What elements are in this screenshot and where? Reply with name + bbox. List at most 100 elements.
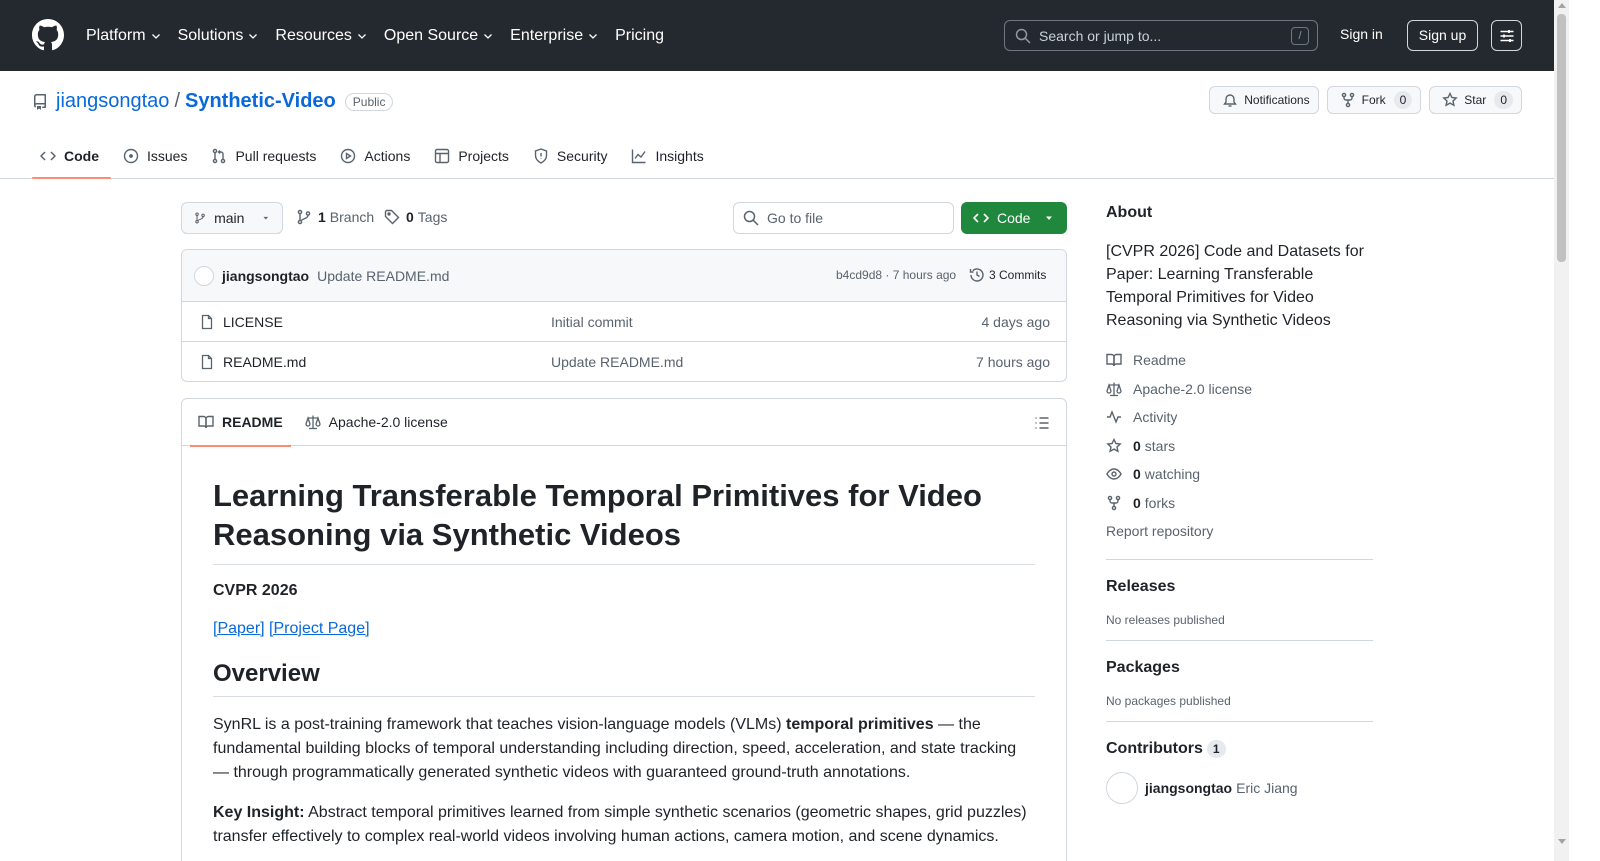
tab-readme[interactable]: README	[190, 399, 291, 447]
shield-icon	[534, 148, 548, 164]
tab-projects[interactable]: Projects	[426, 133, 521, 179]
tab-security[interactable]: Security	[525, 133, 620, 179]
star-button[interactable]: Star 0	[1429, 86, 1522, 114]
branches-link[interactable]: 1 Branch	[296, 209, 374, 225]
repo-owner-link[interactable]: jiangsongtao	[56, 90, 169, 113]
license-link[interactable]: Apache-2.0 license	[1106, 375, 1373, 404]
scroll-up-arrow-icon[interactable]	[1558, 3, 1566, 8]
tag-count: 0	[406, 209, 414, 225]
nav-solutions[interactable]: Solutions	[178, 27, 260, 45]
contributors-label: Contributors	[1106, 739, 1203, 757]
watching-count: 0	[1133, 466, 1141, 483]
nav-label: Resources	[275, 26, 352, 44]
nav-label: Open Source	[383, 26, 479, 44]
tags-link[interactable]: 0 Tags	[384, 209, 447, 225]
overview-paragraph: SynRL is a post-training framework that …	[213, 713, 1035, 785]
star-label: Star	[1464, 93, 1487, 107]
overview-text: SynRL is a post-training framework that …	[213, 716, 786, 733]
nav-platform[interactable]: Platform	[86, 27, 162, 45]
file-commit-message-link[interactable]: Update README.md	[551, 354, 683, 370]
commit-message-link[interactable]: Update README.md	[317, 268, 449, 284]
contributor-item[interactable]: jiangsongtao Eric Jiang	[1106, 771, 1373, 804]
branch-name: main	[214, 210, 245, 226]
issue-icon	[123, 148, 139, 164]
tab-code[interactable]: Code	[32, 133, 111, 179]
tag-icon	[384, 209, 400, 225]
repo-header: jiangsongtao / Synthetic-Video Public No…	[0, 71, 1554, 179]
scroll-down-arrow-icon[interactable]	[1558, 839, 1566, 844]
paper-link[interactable]: [Paper]	[213, 620, 265, 637]
readme-link[interactable]: Readme	[1106, 346, 1373, 375]
commit-author-link[interactable]: jiangsongtao	[222, 268, 309, 284]
tab-issues[interactable]: Issues	[115, 133, 199, 179]
report-repository-link[interactable]: Report repository	[1106, 517, 1373, 546]
avatar[interactable]	[194, 265, 214, 286]
repo-actions: Notifications Fork 0 Star 0	[1201, 86, 1522, 114]
law-icon	[305, 415, 321, 430]
play-icon	[341, 148, 356, 164]
tab-label: Security	[556, 148, 608, 164]
project-page-link[interactable]: [Project Page]	[269, 620, 370, 637]
go-to-file-input[interactable]: Go to file	[733, 202, 954, 234]
report-label: Report repository	[1106, 523, 1214, 540]
nav-pricing[interactable]: Pricing	[615, 27, 664, 45]
branch-count: 1	[318, 209, 326, 225]
file-name-link[interactable]: LICENSE	[223, 314, 283, 330]
commits-history-link[interactable]: 3 Commits	[969, 267, 1046, 283]
nav-resources[interactable]: Resources	[275, 27, 367, 45]
scrollbar-thumb[interactable]	[1557, 14, 1566, 262]
tab-label: Actions	[364, 148, 411, 164]
fork-button[interactable]: Fork 0	[1326, 86, 1422, 114]
stars-link[interactable]: 0 stars	[1106, 432, 1373, 461]
forks-label: forks	[1144, 494, 1176, 511]
chevron-down-icon	[484, 33, 493, 39]
tab-label: README	[222, 414, 283, 430]
nav-enterprise[interactable]: Enterprise	[510, 27, 599, 45]
tab-license[interactable]: Apache-2.0 license	[297, 399, 456, 446]
code-dropdown-button[interactable]: Code	[961, 202, 1067, 234]
page-margin	[1569, 0, 1600, 861]
activity-link[interactable]: Activity	[1106, 403, 1373, 432]
branch-selector[interactable]: main	[181, 202, 283, 234]
watching-link[interactable]: 0 watching	[1106, 460, 1373, 489]
table-row: README.md Update README.md 7 hours ago	[182, 342, 1066, 381]
tab-label: Apache-2.0 license	[328, 414, 448, 430]
notifications-button[interactable]: Notifications	[1209, 86, 1319, 114]
repo-name-link[interactable]: Synthetic-Video	[185, 90, 336, 113]
global-search-input[interactable]: Search or jump to... /	[1004, 20, 1318, 51]
list-unordered-icon[interactable]	[1034, 415, 1050, 431]
repo-tabs: Code Issues Pull requests Actions Projec…	[32, 133, 720, 179]
nav-label: Enterprise	[510, 26, 584, 44]
repo-path-separator: /	[174, 90, 180, 112]
sign-up-button[interactable]: Sign up	[1407, 20, 1478, 51]
tab-insights[interactable]: Insights	[623, 133, 715, 179]
sliders-icon	[1500, 29, 1513, 42]
file-commit-message-link[interactable]: Initial commit	[551, 314, 633, 330]
releases-heading[interactable]: Releases	[1106, 578, 1373, 596]
commit-sha-time[interactable]: b4cd9d8 · 7 hours ago	[836, 268, 956, 282]
divider	[1106, 558, 1373, 560]
book-icon	[1106, 354, 1122, 367]
page-scrollbar[interactable]	[1554, 0, 1569, 861]
insight-label: Key Insight:	[213, 804, 305, 821]
tab-label: Insights	[655, 148, 704, 164]
tab-actions[interactable]: Actions	[332, 133, 422, 179]
packages-heading[interactable]: Packages	[1106, 659, 1373, 677]
chevron-down-icon	[357, 33, 366, 39]
tab-label: Projects	[458, 148, 509, 164]
nav-open-source[interactable]: Open Source	[384, 27, 494, 45]
notifications-label: Notifications	[1244, 93, 1310, 107]
tab-pull-requests[interactable]: Pull requests	[203, 133, 328, 179]
settings-menu-button[interactable]	[1491, 20, 1522, 51]
repo-title: jiangsongtao / Synthetic-Video Public	[32, 90, 394, 113]
code-icon	[40, 151, 56, 161]
file-name-link[interactable]: README.md	[223, 354, 306, 370]
contributors-heading[interactable]: Contributors 1	[1106, 739, 1373, 758]
forks-link[interactable]: 0 forks	[1106, 489, 1373, 518]
github-logo-icon[interactable]	[32, 19, 64, 51]
commit-count: 3 Commits	[989, 268, 1047, 282]
about-heading: About	[1106, 204, 1153, 221]
sign-in-link[interactable]: Sign in	[1340, 26, 1383, 42]
readme-label: Readme	[1133, 352, 1186, 369]
file-icon	[201, 354, 213, 370]
